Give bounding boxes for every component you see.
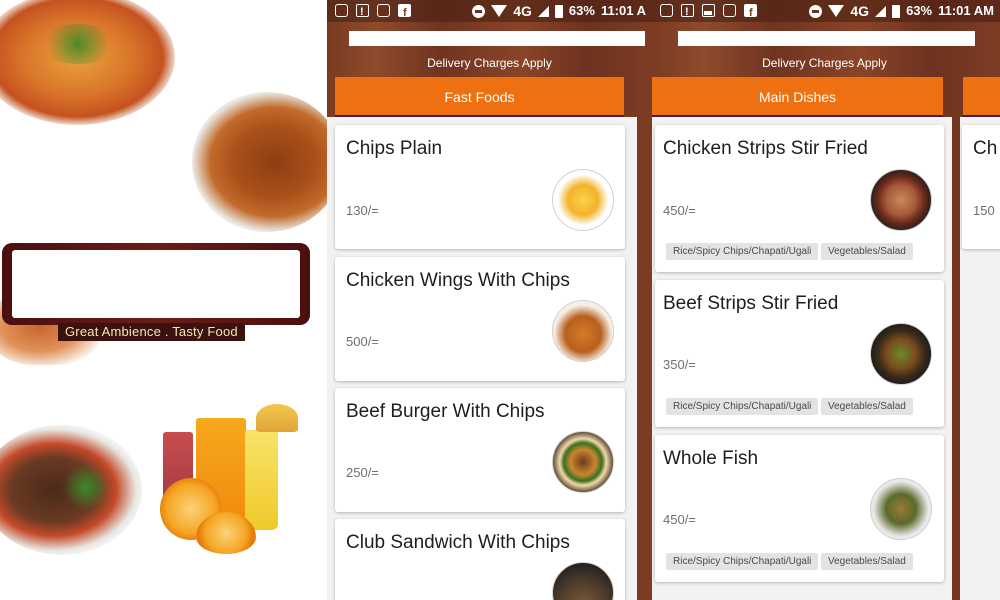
fries-icon [552,169,614,231]
item-title: Club Sandwich With Chips [346,532,570,553]
item-price: 350/= [663,357,696,372]
clock: 11:01 AM [938,3,994,18]
facebook-icon [398,2,411,24]
item-price: 130/= [346,203,379,218]
splash-panel: Great Ambience . Tasty Food [0,0,327,600]
chicken-wings-image [192,92,327,232]
battery-icon [892,4,901,18]
address-field[interactable] [678,31,975,46]
logo-placeholder [12,250,300,318]
network-type: 4G [850,3,870,19]
menu-item-card[interactable]: Beef Strips Stir Fried 350/= Rice/Spicy … [655,280,944,427]
fish-icon [870,478,932,540]
menu-item-card[interactable]: Chicken Strips Stir Fried 450/= Rice/Spi… [655,125,944,272]
menu-item-card-partial[interactable]: Ch 150 [962,125,1000,249]
image-icon [702,4,715,17]
tab-fast-foods[interactable]: Fast Foods [335,77,624,117]
item-title: Beef Burger With Chips [346,401,545,422]
app-screenshot-collage: Great Ambience . Tasty Food 4G 63% [0,0,1000,600]
signal-icon [875,5,887,17]
do-not-disturb-icon [809,4,823,18]
status-bar: 4G 63% 11:01 AM [652,0,1000,24]
status-bar: 4G 63% 11:01 A [327,0,652,24]
network-type: 4G [513,3,532,19]
menu-item-card[interactable]: Club Sandwich With Chips [335,519,625,600]
delivery-notice: Delivery Charges Apply [427,56,552,70]
menu-item-card[interactable]: Chips Plain 130/= [335,125,625,249]
logo-banner [2,243,310,325]
burger-icon [552,431,614,493]
item-title: Chips Plain [346,138,443,159]
item-title: Beef Strips Stir Fried [663,293,839,314]
item-price: 450/= [663,512,696,527]
item-price: 500/= [346,334,379,349]
side-option-tag[interactable]: Vegetables/Salad [821,243,913,260]
side-option-tag[interactable]: Rice/Spicy Chips/Chapati/Ugali [666,553,819,570]
address-field[interactable] [349,31,645,46]
tagline: Great Ambience . Tasty Food [58,323,245,341]
facebook-icon [744,2,757,24]
menu-item-card[interactable]: Whole Fish 450/= Rice/Spicy Chips/Chapat… [655,435,944,582]
battery-icon [554,4,563,18]
do-not-disturb-icon [472,4,486,18]
sms-icon [377,4,390,17]
item-price: 450/= [663,203,696,218]
stir-fry-beef-icon [870,323,932,385]
menu-item-card[interactable]: Beef Burger With Chips 250/= [335,388,625,512]
tab-main-dishes[interactable]: Main Dishes [652,77,943,117]
item-title: Chicken Wings With Chips [346,270,570,291]
beef-dish-image [0,425,142,555]
sms-icon [723,4,736,17]
stir-fry-chicken-icon [870,169,932,231]
item-price: 250/= [346,465,379,480]
item-title: Chicken Strips Stir Fried [663,138,868,159]
side-option-tag[interactable]: Vegetables/Salad [821,398,913,415]
wings-icon [552,300,614,362]
delivery-notice: Delivery Charges Apply [762,56,887,70]
battery-level: 63% [906,3,933,18]
tab-next-partial[interactable] [963,77,1000,117]
side-option-tag[interactable]: Vegetables/Salad [821,553,913,570]
alert-icon [681,1,694,23]
alert-icon [356,1,369,23]
side-option-tag[interactable]: Rice/Spicy Chips/Chapati/Ugali [666,243,819,260]
battery-level: 63% [568,3,595,18]
pasta-image [0,0,175,125]
phone-screen-main-dishes: 4G 63% 11:01 AM Delivery Charges Apply M… [652,0,1000,600]
orange-half-image [196,512,256,554]
wifi-icon [491,5,508,17]
phone-screen-fast-foods: 4G 63% 11:01 A Delivery Charges Apply Fa… [327,0,652,600]
item-title: Whole Fish [663,448,759,469]
menu-item-card[interactable]: Chicken Wings With Chips 500/= [335,257,625,381]
wifi-icon [828,5,845,17]
message-icon [335,4,348,17]
item-title: Ch [973,138,998,159]
clock: 11:01 A [600,3,646,18]
signal-icon [537,5,549,17]
pineapple-slice-image [256,404,298,432]
message-icon [660,4,673,17]
lemon-juice-glass [245,430,278,530]
side-option-tag[interactable]: Rice/Spicy Chips/Chapati/Ugali [666,398,819,415]
item-price: 150 [973,203,995,218]
sandwich-icon [552,562,614,600]
